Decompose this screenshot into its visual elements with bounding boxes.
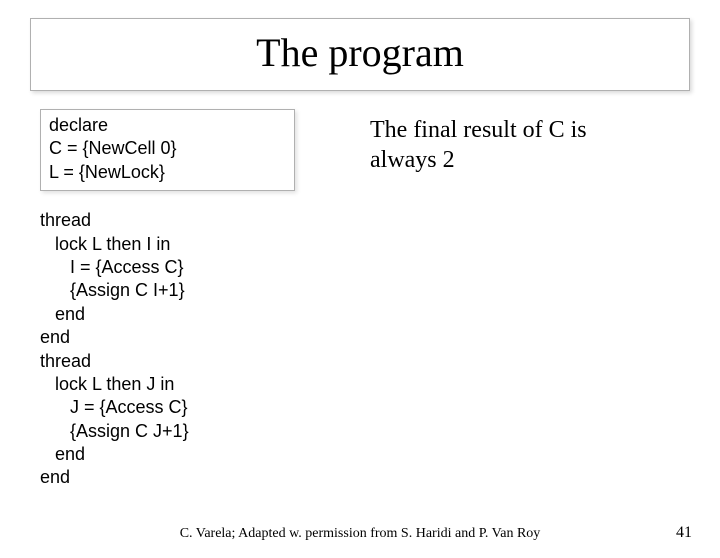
left-column: declare C = {NewCell 0} L = {NewLock} th… <box>0 109 360 490</box>
title-box: The program <box>30 18 690 91</box>
result-line-1: The final result of C is <box>370 115 720 145</box>
code-line: end <box>40 303 360 326</box>
code-line: thread <box>40 350 360 373</box>
slide-title: The program <box>31 29 689 76</box>
code-line: J = {Access C} <box>40 396 360 419</box>
page-number: 41 <box>676 524 692 542</box>
right-column: The final result of C is always 2 <box>360 109 720 490</box>
code-line: I = {Access C} <box>40 256 360 279</box>
code-line: thread <box>40 209 360 232</box>
code-line: end <box>40 443 360 466</box>
code-line: {Assign C I+1} <box>40 279 360 302</box>
code-line: end <box>40 466 360 489</box>
code-line: {Assign C J+1} <box>40 420 360 443</box>
declare-box: declare C = {NewCell 0} L = {NewLock} <box>40 109 295 191</box>
code-line: end <box>40 326 360 349</box>
content-row: declare C = {NewCell 0} L = {NewLock} th… <box>0 109 720 490</box>
code-block: thread lock L then I in I = {Access C} {… <box>40 209 360 490</box>
result-line-2: always 2 <box>370 145 720 175</box>
declare-line-2: C = {NewCell 0} <box>49 137 286 160</box>
declare-line-1: declare <box>49 114 286 137</box>
code-line: lock L then I in <box>40 233 360 256</box>
declare-line-3: L = {NewLock} <box>49 161 286 184</box>
code-line: lock L then J in <box>40 373 360 396</box>
